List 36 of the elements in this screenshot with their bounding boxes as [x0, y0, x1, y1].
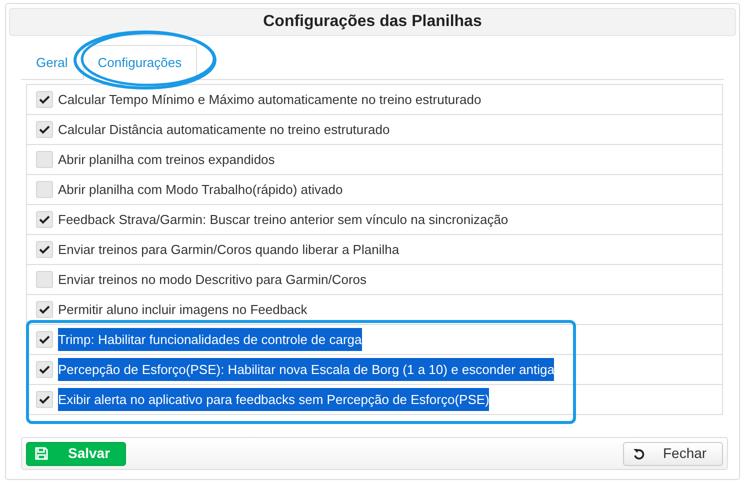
undo-icon [633, 448, 645, 460]
tab[interactable]: Geral [21, 45, 83, 80]
save-button[interactable]: Salvar [26, 442, 126, 466]
checkbox[interactable] [36, 181, 53, 198]
check-icon [39, 335, 50, 344]
close-button[interactable]: Fechar [623, 442, 723, 466]
check-icon [39, 245, 50, 254]
option-label: Percepção de Esforço(PSE): Habilitar nova Escala de Borg (1 a 10) e esconder antiga [58, 358, 554, 382]
option-label: Permitir aluno incluir imagens no Feedback [58, 300, 308, 319]
check-icon [39, 95, 50, 104]
check-icon [39, 365, 50, 374]
option-label: Abrir planilha com Modo Trabalho(rápido) ativado [58, 180, 343, 199]
checkbox[interactable] [36, 121, 53, 138]
option-label: Enviar treinos no modo Descritivo para Garmin/Coros [58, 270, 367, 289]
checkbox[interactable] [36, 241, 53, 258]
checkbox[interactable] [36, 91, 53, 108]
check-icon [39, 395, 50, 404]
option-label: Exibir alerta no aplicativo para feedbacks sem Percepção de Esforço(PSE) [58, 388, 490, 412]
checkbox[interactable] [36, 271, 53, 288]
checkbox[interactable] [36, 211, 53, 228]
checkbox[interactable] [36, 391, 53, 408]
option-label: Abrir planilha com treinos expandidos [58, 150, 275, 169]
option-label: Enviar treinos para Garmin/Coros quando liberar a Planilha [58, 240, 400, 259]
checkbox[interactable] [36, 151, 53, 168]
option-label: Feedback Strava/Garmin: Buscar treino anterior sem vínculo na sincronização [58, 210, 508, 229]
option-label: Trimp: Habilitar funcionalidades de controle de carga [58, 328, 362, 352]
check-icon [39, 215, 50, 224]
window-title: Configurações das Planilhas [263, 12, 482, 32]
option-label: Calcular Tempo Mínimo e Máximo automaticamente no treino estruturado [58, 90, 482, 109]
checkbox[interactable] [36, 331, 53, 348]
tab[interactable]: Configurações [82, 45, 197, 80]
check-icon [39, 305, 50, 314]
check-icon [39, 125, 50, 134]
checkbox[interactable] [36, 361, 53, 378]
option-label: Calcular Distância automaticamente no treino estruturado [58, 120, 390, 139]
checkbox[interactable] [36, 301, 53, 318]
